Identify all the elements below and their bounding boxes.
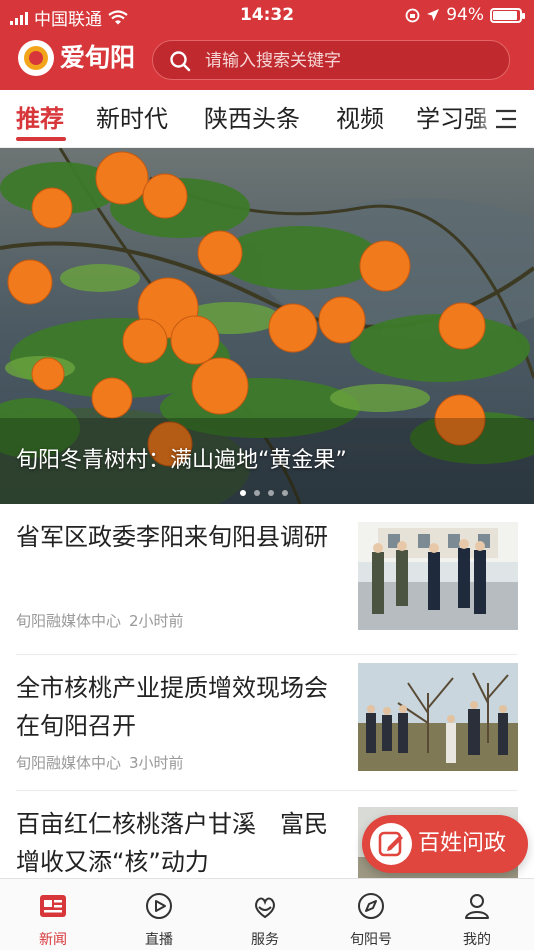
compass-icon [358,893,384,919]
search-input[interactable]: 请输入搜索关键字 [152,40,510,80]
nav-label: 新闻 [39,932,67,948]
app-header: 中国联通 14:32 94% 爱旬阳 请输入搜索关键字 [0,0,534,90]
battery-percent: 94% [446,5,484,25]
battery-icon [490,7,525,23]
news-time: 2小时前 [129,612,184,630]
news-icon [40,895,66,917]
nav-label: 服务 [251,932,279,948]
news-item[interactable]: 全市核桃产业提质增效现场会在旬阳召开 旬阳融媒体中心 3小时前 [0,655,534,790]
carousel-dot [268,490,274,496]
banner-caption: 旬阳冬青树村：满山遍地“黄金果” [16,448,347,473]
tab-new-era[interactable]: 新时代 [96,104,168,134]
news-title: 百亩红仁核桃落户甘溪 富民增收又添“核”动力 [16,810,328,876]
news-thumbnail [358,522,518,630]
tab-video[interactable]: 视频 [336,104,384,134]
user-icon [465,894,489,919]
featured-banner[interactable]: 旬阳冬青树村：满山遍地“黄金果” [0,148,534,504]
nav-live[interactable]: 直播 [106,879,212,950]
active-tab-indicator [16,137,66,141]
nav-news[interactable]: 新闻 [0,879,106,950]
carousel-dot [240,490,246,496]
nav-label: 旬阳号 [350,932,392,948]
news-meta: 旬阳融媒体中心 2小时前 [16,610,184,631]
news-time: 3小时前 [129,754,184,772]
tab-recommended[interactable]: 推荐 [16,104,64,134]
news-title: 全市核桃产业提质增效现场会在旬阳召开 [16,674,328,740]
carousel-dots [240,490,288,496]
tab-menu-icon[interactable] [494,108,518,130]
status-bar: 中国联通 14:32 94% [0,0,534,30]
tab-shaanxi-headlines[interactable]: 陕西头条 [204,104,300,134]
app-name: 爱旬阳 [60,43,136,72]
service-icon [255,897,275,919]
news-item[interactable]: 省军区政委李阳来旬阳县调研 旬阳融媒体中心 2小时前 [0,504,534,654]
nav-mine[interactable]: 我的 [424,879,530,950]
carousel-dot [254,490,260,496]
live-play-icon [146,893,172,919]
carousel-dot [282,490,288,496]
location-arrow-icon [427,9,440,21]
news-source: 旬阳融媒体中心 [16,754,122,772]
search-placeholder: 请输入搜索关键字 [205,51,341,71]
nav-label: 直播 [145,932,173,948]
nav-label: 我的 [463,932,491,948]
news-source: 旬阳融媒体中心 [16,612,122,630]
bottom-nav: 新闻 直播 服务 旬阳号 我的 [0,878,534,950]
rotation-lock-icon [405,8,420,22]
news-thumbnail [358,663,518,771]
search-icon [170,51,191,72]
app-logo [18,40,54,76]
nav-xunyang-account[interactable]: 旬阳号 [318,879,424,950]
news-title: 省军区政委李阳来旬阳县调研 [16,523,328,551]
news-meta: 旬阳融媒体中心 3小时前 [16,752,184,773]
nav-service[interactable]: 服务 [212,879,318,950]
fab-label: 百姓问政 [418,831,507,856]
edit-note-icon [370,823,412,865]
category-tabs: 推荐 新时代 陕西头条 视频 学习强 [0,90,534,148]
public-inquiry-button[interactable]: 百姓问政 [362,815,528,873]
